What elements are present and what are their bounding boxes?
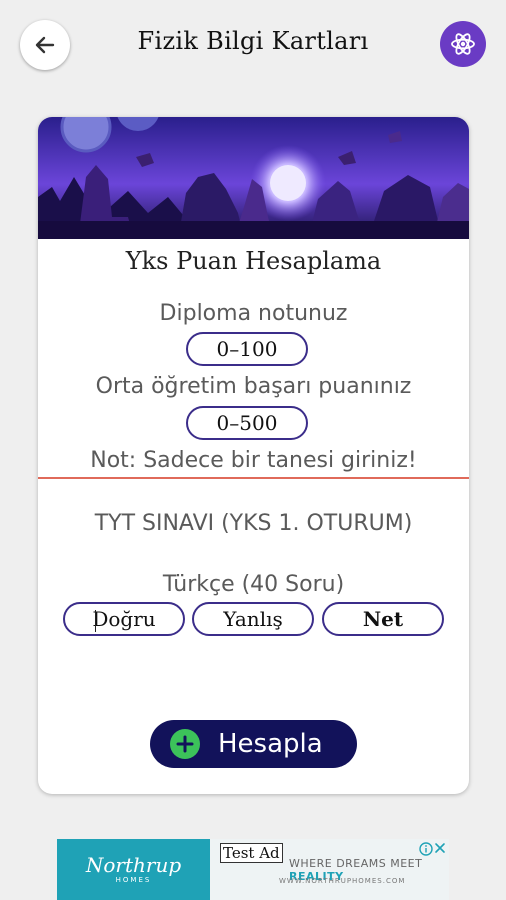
space-landscape-banner bbox=[38, 117, 469, 239]
net-output: Net bbox=[322, 602, 444, 636]
diploma-input[interactable]: 0–100 bbox=[186, 332, 308, 366]
atom-button[interactable] bbox=[440, 21, 486, 67]
ad-banner[interactable]: Northrup HOMES Test Ad WHERE DREAMS MEET… bbox=[57, 839, 449, 900]
correct-input[interactable]: Doğru bbox=[63, 602, 185, 636]
wrong-placeholder: Yanlış bbox=[223, 607, 283, 631]
subject-label: Türkçe (40 Soru) bbox=[162, 572, 345, 597]
ad-tagline-prefix: WHERE DREAMS MEET bbox=[289, 857, 423, 870]
ad-brand-panel[interactable]: Northrup HOMES bbox=[57, 839, 210, 900]
correct-placeholder: Doğru bbox=[92, 607, 156, 631]
obp-input[interactable]: 0–500 bbox=[186, 406, 308, 440]
text-caret bbox=[95, 610, 96, 632]
ad-brand-sub: HOMES bbox=[115, 876, 152, 884]
ad-brand-name: Northrup bbox=[85, 853, 182, 877]
app-title: Fizik Bilgi Kartları bbox=[137, 27, 369, 55]
net-label: Net bbox=[362, 607, 404, 631]
calculate-button-label: Hesapla bbox=[218, 729, 323, 759]
calculator-card: Yks Puan Hesaplama Diploma notunuz 0–100… bbox=[38, 117, 469, 794]
info-icon[interactable] bbox=[419, 842, 433, 856]
note-text: Not: Sadece bir tanesi giriniz! bbox=[90, 448, 417, 473]
calculate-button[interactable]: Hesapla bbox=[150, 720, 357, 768]
calculator-title: Yks Puan Hesaplama bbox=[125, 247, 382, 275]
plus-icon bbox=[170, 729, 200, 759]
exam-title: TYT SINAVI (YKS 1. OTURUM) bbox=[94, 511, 413, 536]
atom-icon bbox=[451, 33, 475, 55]
close-icon[interactable] bbox=[433, 841, 447, 855]
wrong-input[interactable]: Yanlış bbox=[192, 602, 314, 636]
test-ad-badge: Test Ad bbox=[220, 843, 283, 863]
diploma-label: Diploma notunuz bbox=[159, 301, 348, 326]
ad-url: WWW.NORTHRUPHOMES.COM bbox=[279, 877, 406, 885]
top-bar: Fizik Bilgi Kartları bbox=[0, 0, 506, 90]
obp-label: Orta öğretim başarı puanınız bbox=[95, 374, 412, 399]
section-divider bbox=[38, 477, 469, 479]
